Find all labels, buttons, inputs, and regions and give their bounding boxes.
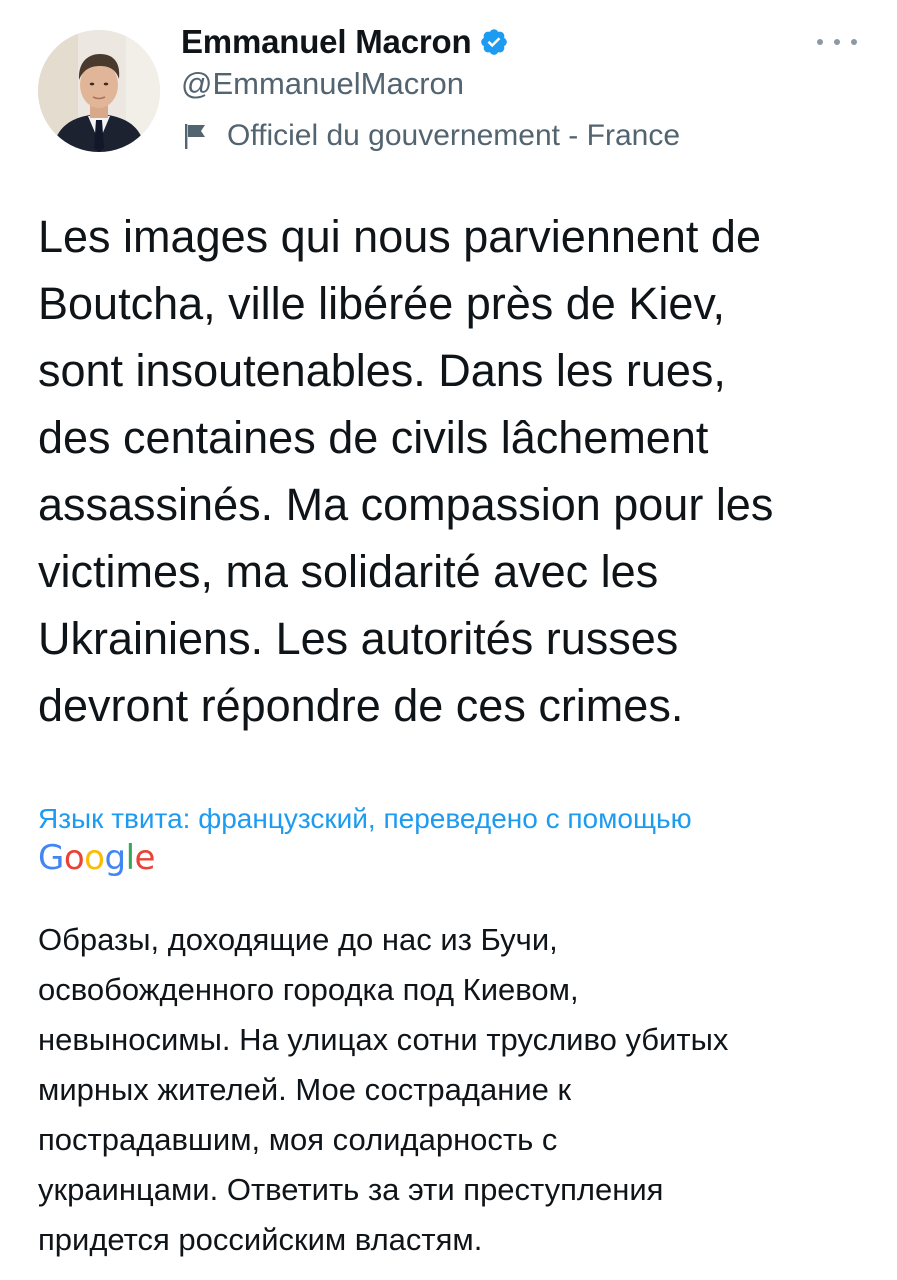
verified-badge-icon bbox=[479, 27, 509, 57]
avatar[interactable] bbox=[38, 30, 160, 152]
more-dot bbox=[851, 39, 857, 45]
more-dot bbox=[817, 39, 823, 45]
author-name[interactable]: Emmanuel Macron bbox=[181, 23, 472, 61]
google-logo-letter: o bbox=[63, 838, 85, 878]
avatar-photo bbox=[38, 30, 160, 152]
more-options-icon[interactable] bbox=[817, 32, 857, 52]
google-logo-letter: o bbox=[84, 838, 105, 878]
flag-icon bbox=[181, 121, 211, 151]
google-logo-letter: g bbox=[104, 838, 126, 878]
translated-tweet-text: Образы, доходящие до нас из Бучи, освобо… bbox=[38, 922, 729, 1257]
tweet-text: Les images qui nous parviennent de Boutc… bbox=[38, 211, 774, 731]
author-handle[interactable]: @EmmanuelMacron bbox=[181, 66, 464, 102]
google-logo-letter: G bbox=[38, 838, 64, 878]
more-dot bbox=[834, 39, 840, 45]
google-logo-letter: l bbox=[125, 838, 135, 878]
affiliation-label-row[interactable]: Officiel du gouvernement - France bbox=[181, 115, 680, 157]
google-logo: Google bbox=[38, 836, 155, 880]
affiliation-label: Officiel du gouvernement - France bbox=[227, 119, 681, 152]
translation-note-link[interactable]: Язык твита: французский, переведено с по… bbox=[38, 801, 868, 837]
google-logo-letter: e bbox=[134, 838, 156, 878]
author-name-row[interactable]: Emmanuel Macron bbox=[181, 22, 509, 62]
tweet-card: Emmanuel Macron @EmmanuelMacron Officiel… bbox=[0, 0, 897, 1280]
